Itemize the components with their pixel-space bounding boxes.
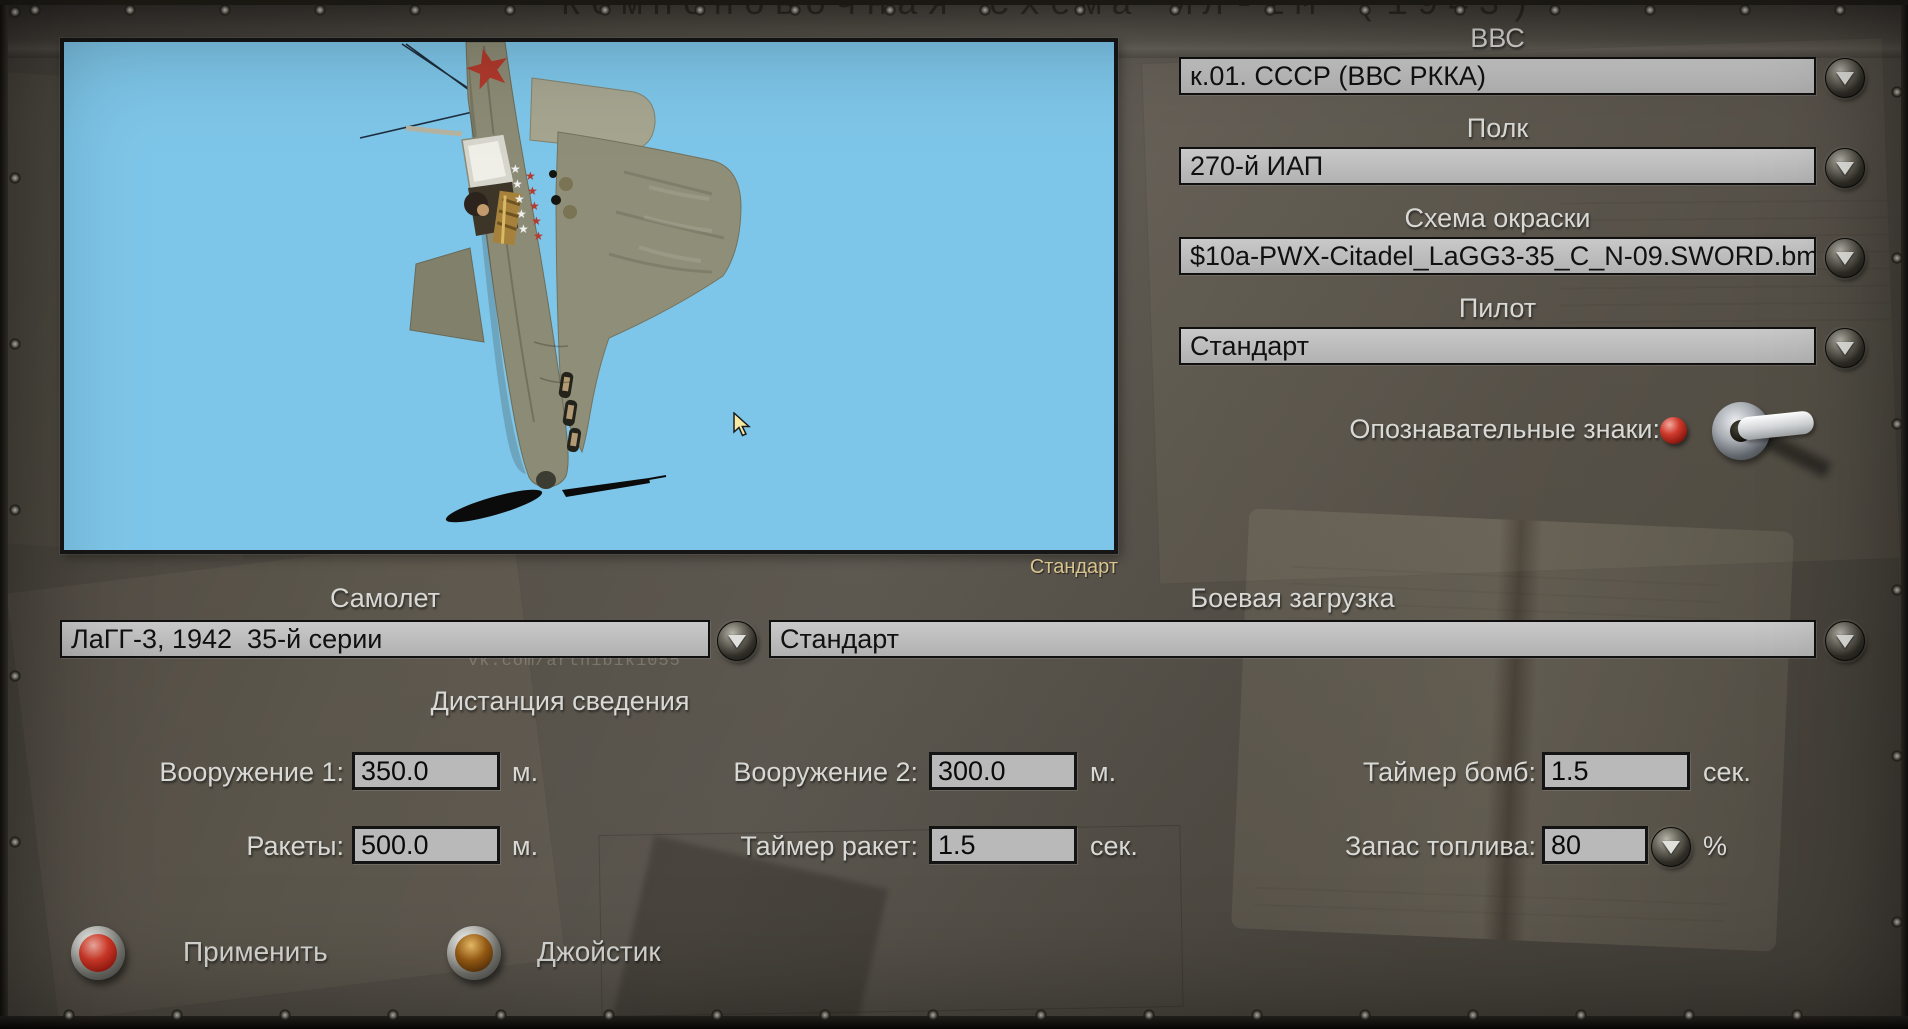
weapon1-input[interactable]: [352, 752, 500, 790]
regiment-dropdown-button[interactable]: [1825, 148, 1865, 188]
rocket-timer-label: Таймер ракет:: [740, 831, 918, 861]
arming-screen: компоновочная схема Ил-2М (1943) vk.com/…: [0, 0, 1908, 1029]
background-typed-text: [1254, 871, 1726, 935]
spinner: [536, 471, 556, 489]
chevron-down-icon: [1836, 251, 1854, 265]
rivet-column-left: [6, 0, 24, 999]
chevron-down-icon: [1836, 161, 1854, 175]
regiment-dropdown[interactable]: 270-й ИАП: [1179, 147, 1816, 185]
svg-text:★: ★: [533, 229, 544, 243]
rocket-timer-input[interactable]: [929, 826, 1077, 864]
svg-text:★: ★: [516, 207, 527, 221]
fuselage-fitting: [563, 205, 577, 219]
markings-label: Опознавательные знаки:: [1349, 414, 1660, 444]
exhaust-port: [551, 195, 561, 205]
loadout-dropdown-button[interactable]: [1825, 621, 1865, 661]
bomb-timer-label: Таймер бомб:: [1362, 757, 1536, 787]
bomb-timer-input[interactable]: [1542, 752, 1690, 790]
paint-scheme-dropdown[interactable]: $10a-PWX-Citadel_LaGG3-35_C_N-09.SWORD.b…: [1179, 237, 1816, 275]
rockets-input[interactable]: [352, 826, 500, 864]
paint-scheme-dropdown-button[interactable]: [1825, 238, 1865, 278]
fuel-unit: %: [1703, 831, 1728, 861]
paint-scheme-label: Схема окраски: [1404, 203, 1591, 233]
apply-button-cap: [79, 934, 117, 972]
weapon2-unit: м.: [1090, 757, 1117, 787]
svg-text:★: ★: [525, 169, 536, 183]
apply-button-label: Применить: [183, 936, 328, 967]
chevron-down-icon: [1662, 840, 1680, 854]
aircraft-label: Самолет: [329, 583, 441, 613]
background-open-book: [1231, 508, 1794, 952]
fuel-input[interactable]: [1542, 826, 1648, 864]
weapon1-unit: м.: [512, 757, 539, 787]
aircraft-dropdown-button[interactable]: [717, 621, 757, 661]
weapon2-label: Вооружение 2:: [733, 757, 918, 787]
svg-text:★: ★: [512, 177, 523, 191]
aircraft-preview-render: ★★ ★★ ★ ★★ ★★ ★: [64, 42, 1114, 550]
pilot-face: [477, 204, 489, 216]
preview-skin-caption: Стандарт: [1029, 556, 1118, 578]
pilot-label: Пилот: [1458, 293, 1537, 323]
convergence-title: Дистанция сведения: [430, 686, 690, 716]
rivet-column-right: [1888, 80, 1906, 999]
fuselage-fitting: [559, 177, 573, 191]
rockets-unit: м.: [512, 831, 539, 861]
aircraft-preview-viewport[interactable]: ★ ★ ★ ★ ★ ★ ★ ★ ★ ★: [60, 38, 1118, 554]
loadout-dropdown[interactable]: Стандарт: [769, 620, 1816, 658]
rivet-row-bottom: [60, 1006, 1882, 1024]
svg-text:★: ★: [527, 184, 538, 198]
pilot-dropdown-button[interactable]: [1825, 328, 1865, 368]
exhaust-port: [549, 170, 557, 178]
chevron-down-icon: [1836, 71, 1854, 85]
bomb-timer-unit: сек.: [1703, 757, 1751, 787]
rockets-label: Ракеты:: [246, 831, 344, 861]
svg-text:★: ★: [518, 222, 529, 236]
svg-text:★: ★: [514, 192, 525, 206]
fuel-dropdown-button[interactable]: [1651, 827, 1691, 867]
fuel-label: Запас топлива:: [1344, 831, 1536, 861]
pilot-dropdown[interactable]: Стандарт: [1179, 327, 1816, 365]
joystick-button-cap: [455, 934, 493, 972]
markings-indicator-lamp: [1660, 417, 1687, 444]
airforce-label: ВВС: [1470, 23, 1525, 53]
chevron-down-icon: [1836, 341, 1854, 355]
svg-text:★: ★: [510, 162, 521, 176]
chevron-down-icon: [728, 634, 746, 648]
rivet-row-top: [26, 1, 1882, 19]
joystick-button-label: Джойстик: [537, 936, 661, 967]
joystick-button[interactable]: [447, 926, 501, 980]
airforce-dropdown-button[interactable]: [1825, 58, 1865, 98]
svg-text:★: ★: [529, 199, 540, 213]
weapon1-label: Вооружение 1:: [159, 757, 344, 787]
svg-text:★: ★: [531, 214, 542, 228]
aircraft-dropdown[interactable]: ЛаГГ-3, 1942 35-й серии: [60, 620, 710, 658]
weapon2-input[interactable]: [929, 752, 1077, 790]
rocket-timer-unit: сек.: [1090, 831, 1138, 861]
chevron-down-icon: [1836, 634, 1854, 648]
apply-button[interactable]: [71, 926, 125, 980]
airforce-dropdown[interactable]: к.01. СССР (ВВС РККА): [1179, 57, 1816, 95]
regiment-label: Полк: [1466, 113, 1529, 143]
loadout-label: Боевая загрузка: [1190, 583, 1395, 613]
